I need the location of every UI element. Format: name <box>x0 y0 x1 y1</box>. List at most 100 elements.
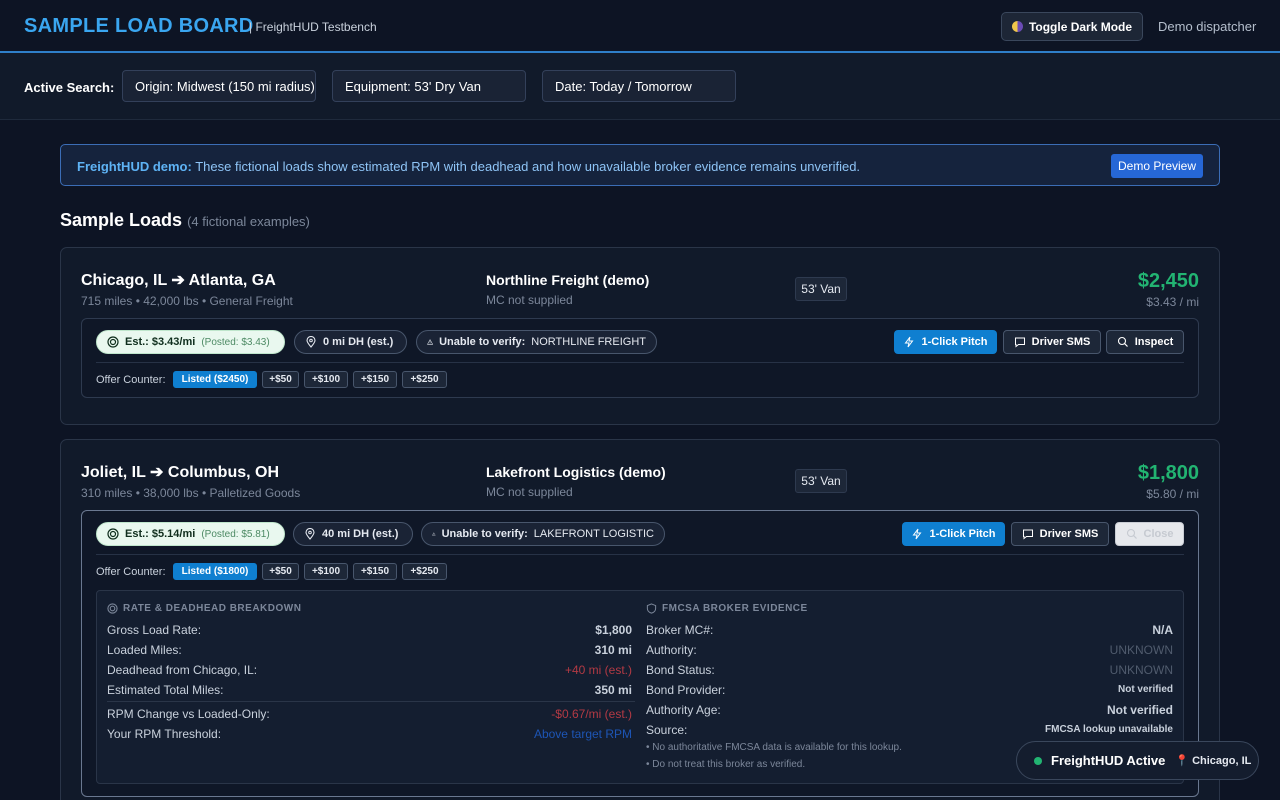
search-icon <box>1117 336 1128 347</box>
fmcsa-note: • No authoritative FMCSA data is availab… <box>646 742 902 753</box>
equipment-badge: 53' Van <box>795 469 847 493</box>
load-route: Chicago, IL ➔ Atlanta, GA <box>81 272 276 289</box>
load-meta: 310 miles • 38,000 lbs • Palletized Good… <box>81 486 301 500</box>
verify-label: Unable to verify: <box>441 528 528 540</box>
fmcsa-row-value: N/A <box>1152 623 1173 637</box>
equipment-badge: 53' Van <box>795 277 847 301</box>
inspect-button[interactable]: Inspect <box>1106 330 1184 354</box>
verify-pill: Unable to verify: LAKEFRONT LOGISTIC <box>421 522 665 546</box>
deadhead-pill: 0 mi DH (est.) <box>294 330 407 354</box>
fmcsa-evidence-title: FMCSA BROKER EVIDENCE <box>662 603 808 614</box>
counter-plus-150-button[interactable]: +$150 <box>353 371 397 388</box>
message-icon <box>1014 337 1025 348</box>
freighthud-status-widget[interactable]: FreightHUD Active 📍 Chicago, IL <box>1016 741 1259 780</box>
rate-row-label: Loaded Miles: <box>107 643 182 657</box>
banner-text: FreightHUD demo: These fictional loads s… <box>77 159 860 174</box>
driver-sms-button[interactable]: Driver SMS <box>1011 522 1109 546</box>
counter-plus-50-button[interactable]: +$50 <box>262 371 299 388</box>
status-location-text: Chicago, IL <box>1192 754 1252 767</box>
counter-plus-100-button[interactable]: +$100 <box>304 371 348 388</box>
verify-broker-name: LAKEFRONT LOGISTIC <box>533 528 654 540</box>
rate-row-label: RPM Change vs Loaded-Only: <box>107 707 270 721</box>
divider <box>96 362 1184 363</box>
fmcsa-row-label: Authority Age: <box>646 703 721 717</box>
rate-row-value: +40 mi (est.) <box>564 663 632 677</box>
section-count: (4 fictional examples) <box>187 214 310 229</box>
deadhead-value: 40 mi DH (est.) <box>322 528 399 540</box>
app-subtitle: | FreightHUD Testbench <box>249 20 377 34</box>
warning-icon <box>427 339 434 345</box>
broker-mc: MC not supplied <box>486 293 573 307</box>
rate-row-value: -$0.67/mi (est.) <box>551 707 632 721</box>
load-rpm: $3.43 / mi <box>1146 295 1199 309</box>
date-filter[interactable]: Date: Today / Tomorrow <box>542 70 736 102</box>
driver-sms-button[interactable]: Driver SMS <box>1003 330 1101 354</box>
divider <box>96 554 1184 555</box>
section-title-text: Sample Loads <box>60 210 183 230</box>
user-name[interactable]: Demo dispatcher <box>1158 19 1256 34</box>
active-search-label: Active Search: <box>24 80 115 95</box>
load-price: $2,450 <box>1137 270 1199 292</box>
demo-preview-button[interactable]: Demo Preview <box>1111 154 1203 178</box>
message-icon <box>1022 529 1033 540</box>
fmcsa-note: • Do not treat this broker as verified. <box>646 759 806 770</box>
top-header: SAMPLE LOAD BOARD | FreightHUD Testbench… <box>0 0 1280 53</box>
inspect-label: Inspect <box>1134 336 1174 348</box>
load-price: $1,800 <box>1137 462 1199 484</box>
rate-row-value: $1,800 <box>595 623 632 637</box>
fmcsa-row-value: Not verified <box>1106 703 1173 717</box>
target-icon <box>107 528 119 540</box>
posted-rpm: (Posted: $3.43) <box>201 336 270 348</box>
pitch-label: 1-Click Pitch <box>921 336 988 348</box>
broker-mc: MC not supplied <box>486 485 573 499</box>
counter-listed-button[interactable]: Listed ($1800) <box>173 563 257 580</box>
lightning-icon <box>912 528 922 540</box>
estimated-rpm: Est.: $5.14/mi <box>125 528 196 540</box>
search-icon <box>1126 528 1137 539</box>
offer-counter-label: Offer Counter: <box>96 566 166 578</box>
warning-icon <box>432 532 436 536</box>
verify-label: Unable to verify: <box>439 336 526 348</box>
counter-plus-250-button[interactable]: +$250 <box>402 563 447 580</box>
close-inspect-button[interactable]: Close <box>1115 522 1184 546</box>
counter-plus-250-button[interactable]: +$250 <box>402 371 447 388</box>
demo-banner: FreightHUD demo: These fictional loads s… <box>60 144 1220 186</box>
fmcsa-row-label: Authority: <box>646 643 697 657</box>
fmcsa-row-label: Broker MC#: <box>646 623 714 637</box>
close-label: Close <box>1143 528 1174 540</box>
rate-row-label: Deadhead from Chicago, IL: <box>107 663 258 677</box>
toggle-dark-mode-label: Toggle Dark Mode <box>1028 19 1133 34</box>
counter-plus-100-button[interactable]: +$100 <box>304 563 348 580</box>
counter-plus-150-button[interactable]: +$150 <box>353 563 397 580</box>
deadhead-value: 0 mi DH (est.) <box>323 336 394 348</box>
rate-row-label: Estimated Total Miles: <box>107 683 224 697</box>
posted-rpm: (Posted: $5.81) <box>201 528 270 540</box>
rate-row-value: 350 mi <box>594 683 632 697</box>
moon-icon <box>1011 21 1023 32</box>
counter-plus-50-button[interactable]: +$50 <box>262 563 299 580</box>
estimated-rpm: Est.: $3.43/mi <box>125 336 196 348</box>
target-icon <box>107 603 118 614</box>
app-title: SAMPLE LOAD BOARD <box>24 15 254 37</box>
shield-icon <box>646 603 657 614</box>
deadhead-pill: 40 mi DH (est.) <box>293 522 413 546</box>
fmcsa-row-value: Not verified <box>1117 684 1173 695</box>
rate-breakdown-heading: RATE & DEADHEAD BREAKDOWN <box>107 603 301 614</box>
fmcsa-row-label: Bond Status: <box>646 663 715 677</box>
equipment-filter[interactable]: Equipment: 53' Dry Van <box>332 70 526 102</box>
section-title: Sample Loads (4 fictional examples) <box>60 210 310 231</box>
pitch-label: 1-Click Pitch <box>929 528 996 540</box>
one-click-pitch-button[interactable]: 1-Click Pitch <box>894 330 997 354</box>
active-search-bar: Active Search: Origin: Midwest (150 mi r… <box>0 53 1280 120</box>
broker-name: Northline Freight (demo) <box>486 272 650 288</box>
counter-listed-button[interactable]: Listed ($2450) <box>173 371 257 388</box>
target-icon <box>107 336 119 348</box>
fmcsa-row-label: Source: <box>646 723 688 737</box>
estimated-rpm-pill: Est.: $3.43/mi (Posted: $3.43) <box>96 330 285 354</box>
rate-row-value: Above target RPM <box>533 727 632 741</box>
origin-filter[interactable]: Origin: Midwest (150 mi radius) <box>122 70 316 102</box>
load-meta: 715 miles • 42,000 lbs • General Freight <box>81 294 293 308</box>
fmcsa-evidence-heading: FMCSA BROKER EVIDENCE <box>646 603 808 614</box>
one-click-pitch-button[interactable]: 1-Click Pitch <box>902 522 1005 546</box>
toggle-dark-mode-button[interactable]: Toggle Dark Mode <box>1001 12 1143 41</box>
